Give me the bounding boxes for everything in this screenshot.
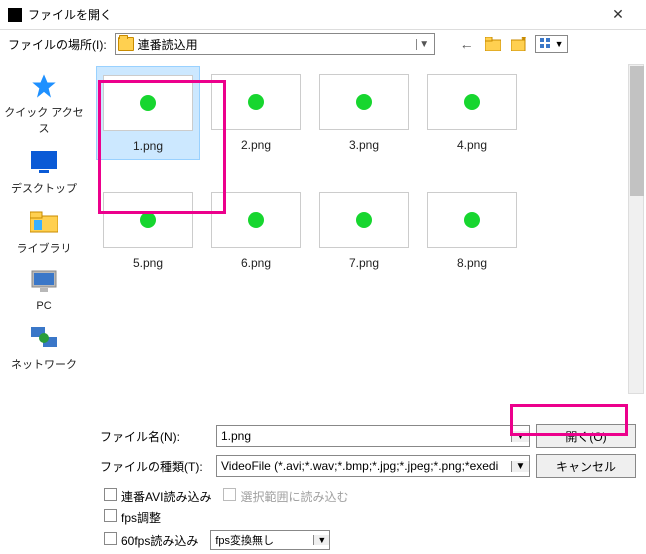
sidebar-item-desktop[interactable]: デスクトップ [4,146,84,196]
chevron-down-icon: ▼ [555,39,564,49]
filetype-combo[interactable]: VideoFile (*.avi;*.wav;*.bmp;*.jpg;*.jpe… [216,455,530,477]
thumbnail-dot-icon [140,95,156,111]
up-folder-button[interactable] [483,34,503,54]
sidebar-item-label: デスクトップ [11,180,77,196]
toolbar: ← * ▼ [457,34,568,54]
chevron-down-icon[interactable]: ▼ [511,431,529,442]
checkbox-label: 選択範囲に読み込む [240,490,348,504]
sidebar-item-label: ライブラリ [17,240,72,256]
file-thumbnail [211,74,301,130]
star-icon [28,70,60,102]
filetype-value: VideoFile (*.avi;*.wav;*.bmp;*.jpg;*.jpe… [217,459,511,473]
file-name: 3.png [349,138,379,152]
checkbox-label: 連番AVI読み込み [121,490,211,504]
file-name: 1.png [133,139,163,153]
file-thumbnail [427,192,517,248]
sidebar-item-label: PC [36,300,51,312]
titlebar: ファイルを開く ✕ [0,0,646,30]
thumbnail-dot-icon [248,212,264,228]
cancel-button[interactable]: キャンセル [536,454,636,478]
thumbnail-dot-icon [464,94,480,110]
location-value: 連番読込用 [138,36,416,53]
file-item[interactable]: 4.png [420,66,524,160]
file-name: 2.png [241,138,271,152]
new-folder-button[interactable]: * [509,34,529,54]
scrollbar-thumb[interactable] [630,66,644,196]
checkbox-label: 60fps読み込み [121,534,198,548]
file-thumbnail [103,75,193,131]
sidebar-item-quickaccess[interactable]: クイック アクセス [4,70,84,136]
file-item[interactable]: 6.png [204,184,308,276]
file-thumbnail [427,74,517,130]
bottom-panel: ファイル名(N): 1.png ▼ 開く(O) ファイルの種類(T): Vide… [0,418,646,554]
file-thumbnail [319,74,409,130]
back-button[interactable]: ← [457,34,477,54]
pc-icon [28,266,60,298]
file-name: 4.png [457,138,487,152]
scrollbar[interactable] [628,64,644,394]
checkbox-fps-adjust[interactable]: fps調整 [104,509,161,526]
fps-convert-value: fps変換無し [211,532,313,548]
file-name: 5.png [133,256,163,270]
file-name: 6.png [241,256,271,270]
file-item[interactable]: 1.png [96,66,200,160]
location-label: ファイルの場所(I): [8,36,107,53]
filetype-label: ファイルの種類(T): [100,458,210,475]
location-bar: ファイルの場所(I): 連番読込用 ▼ ← * ▼ [0,30,646,58]
chevron-down-icon[interactable]: ▼ [511,461,529,472]
fps-convert-combo[interactable]: fps変換無し ▼ [210,530,330,550]
sidebar-item-network[interactable]: ネットワーク [4,322,84,372]
file-item[interactable]: 2.png [204,66,308,160]
filename-label: ファイル名(N): [100,428,210,445]
thumbnail-dot-icon [464,212,480,228]
file-item[interactable]: 3.png [312,66,416,160]
grid-icon [539,37,553,51]
file-name: 7.png [349,256,379,270]
svg-text:*: * [522,37,526,45]
file-item[interactable]: 7.png [312,184,416,276]
file-thumbnail [211,192,301,248]
file-item[interactable]: 5.png [96,184,200,276]
places-sidebar: クイック アクセス デスクトップ ライブラリ PC ネットワーク [0,58,88,418]
libraries-icon [28,206,60,238]
sidebar-item-label: クイック アクセス [4,104,84,136]
options-area: 連番AVI読み込み 選択範囲に読み込む fps調整 60fps読み込み fps変… [100,488,636,550]
checkbox-renban-avi[interactable]: 連番AVI読み込み [104,488,211,505]
thumbnail-dot-icon [140,212,156,228]
chevron-down-icon[interactable]: ▼ [416,39,432,50]
desktop-icon [28,146,60,178]
app-icon [8,8,22,22]
file-name: 8.png [457,256,487,270]
filename-value: 1.png [217,429,511,443]
sidebar-item-pc[interactable]: PC [4,266,84,312]
file-pane: 1.png 2.png 3.png 4.png 5.png 6.png 7.png 8.png [88,58,646,418]
network-icon [28,322,60,354]
main-area: クイック アクセス デスクトップ ライブラリ PC ネットワーク 1.png 2.… [0,58,646,418]
file-item[interactable]: 8.png [420,184,524,276]
sidebar-item-libraries[interactable]: ライブラリ [4,206,84,256]
file-thumbnail [319,192,409,248]
folder-icon [118,37,134,51]
sidebar-item-label: ネットワーク [11,356,77,372]
filename-input[interactable]: 1.png ▼ [216,425,530,447]
thumbnail-dot-icon [356,212,372,228]
open-button[interactable]: 開く(O) [536,424,636,448]
checkbox-selection-range: 選択範囲に読み込む [223,488,348,505]
thumbnail-dot-icon [248,94,264,110]
checkbox-label: fps調整 [121,511,161,525]
close-button[interactable]: ✕ [598,1,638,29]
view-menu-button[interactable]: ▼ [535,35,568,53]
location-combo[interactable]: 連番読込用 ▼ [115,33,435,55]
chevron-down-icon[interactable]: ▼ [313,535,329,545]
thumbnail-dot-icon [356,94,372,110]
file-grid: 1.png 2.png 3.png 4.png 5.png 6.png 7.png 8.png [96,66,642,276]
file-thumbnail [103,192,193,248]
checkbox-60fps[interactable]: 60fps読み込み [104,532,198,549]
window-title: ファイルを開く [28,6,598,23]
